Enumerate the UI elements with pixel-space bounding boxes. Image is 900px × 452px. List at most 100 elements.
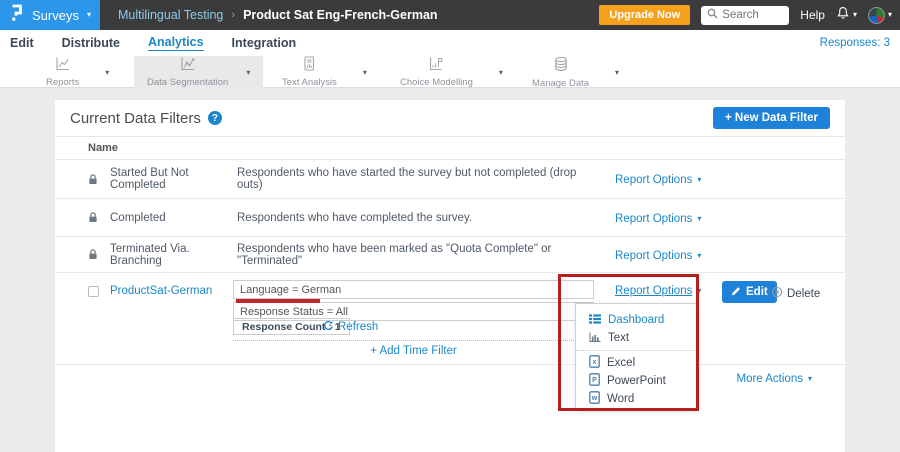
document-chart-icon: [301, 56, 317, 76]
chevron-down-icon: ▾: [888, 11, 892, 19]
refresh-icon: [323, 320, 334, 334]
toolbar-item-text-analysis[interactable]: Text Analysis ▾: [282, 56, 367, 88]
toolbar-item-data-segmentation[interactable]: Data Segmentation ▾: [134, 56, 263, 88]
chevron-down-icon[interactable]: ▾: [246, 68, 250, 77]
responses-count[interactable]: Responses: 3: [820, 37, 890, 49]
dotted-divider: [233, 340, 594, 341]
table-row-active-filter: ProductSat-German Response Count : 1 Ref…: [55, 273, 845, 365]
top-bar: Surveys ▾ Multilingual Testing › Product…: [0, 0, 900, 30]
chevron-down-icon: ▾: [87, 11, 91, 19]
edit-button[interactable]: Edit: [722, 281, 777, 303]
report-options-dropdown: Dashboard Text x Excel P: [575, 303, 697, 410]
lock-icon: [88, 212, 110, 223]
more-actions-link[interactable]: More Actions ▾: [737, 373, 813, 385]
card-footer: More Actions ▾: [55, 365, 845, 409]
circle-x-icon: [771, 286, 783, 301]
chevron-down-icon: ▾: [697, 287, 701, 295]
report-options-link[interactable]: Report Options ▾: [615, 285, 701, 297]
menu-item-excel[interactable]: x Excel: [576, 354, 696, 372]
chevron-down-icon: ▾: [853, 11, 857, 19]
flag-chart-icon: [428, 56, 444, 76]
toolbar-item-label: Text Analysis: [282, 77, 337, 88]
filter-name: Terminated Via. Branching: [110, 243, 237, 267]
menu-item-powerpoint[interactable]: P PowerPoint: [576, 372, 696, 390]
breadcrumb-separator: ›: [231, 9, 235, 21]
chevron-down-icon: ▾: [808, 375, 812, 383]
chevron-down-icon[interactable]: ▾: [363, 68, 367, 77]
analytics-toolbar: Reports ▾ Data Segmentation ▾ Text Analy…: [0, 56, 900, 88]
refresh-link[interactable]: Refresh: [323, 320, 378, 334]
filter-checkbox[interactable]: [88, 286, 99, 297]
chevron-down-icon[interactable]: ▾: [105, 68, 109, 77]
avatar: [868, 7, 885, 24]
table-row: Terminated Via. Branching Respondents wh…: [55, 237, 845, 273]
menu-item-text[interactable]: Text: [576, 329, 696, 347]
excel-file-icon: x: [589, 355, 600, 371]
chevron-down-icon[interactable]: ▾: [615, 68, 619, 77]
pencil-icon: [731, 286, 741, 299]
filter-name: Started But Not Completed: [110, 167, 237, 191]
bell-icon: [836, 6, 850, 25]
menu-item-dashboard[interactable]: Dashboard: [576, 311, 696, 329]
toolbar-item-label: Manage Data: [532, 78, 589, 89]
page-title: Current Data Filters: [70, 110, 201, 127]
surveys-menu-label: Surveys: [32, 8, 79, 23]
tab-integration[interactable]: Integration: [232, 36, 297, 50]
search-box[interactable]: [701, 6, 789, 25]
toolbar-item-label: Reports: [46, 77, 79, 88]
table-row: Completed Respondents who have completed…: [55, 199, 845, 237]
breadcrumb: Multilingual Testing › Product Sat Eng-F…: [118, 8, 438, 22]
surveys-menu[interactable]: Surveys ▾: [0, 0, 100, 30]
search-icon: [707, 6, 718, 24]
svg-text:x: x: [593, 359, 597, 366]
account-menu[interactable]: ▾: [868, 7, 892, 24]
data-filters-card: Current Data Filters ? + New Data Filter…: [55, 100, 845, 452]
filter-description: Respondents who have been marked as "Quo…: [237, 243, 615, 267]
menu-item-word[interactable]: w Word: [576, 390, 696, 408]
annotation-underline: [236, 299, 320, 303]
new-data-filter-button[interactable]: + New Data Filter: [713, 107, 830, 129]
card-header: Current Data Filters ? + New Data Filter: [55, 100, 845, 137]
lock-icon: [88, 249, 110, 260]
search-input[interactable]: [722, 9, 784, 21]
chevron-down-icon: ▾: [697, 176, 701, 184]
tab-distribute[interactable]: Distribute: [62, 36, 120, 50]
topbar-actions: Upgrade Now Help ▾ ▾: [599, 5, 900, 25]
filter-description: Respondents who have started the survey …: [237, 167, 615, 191]
report-options-link[interactable]: Report Options▾: [615, 174, 701, 186]
bar-chart-icon: [589, 332, 601, 345]
toolbar-item-manage-data[interactable]: Manage Data ▾: [532, 56, 619, 88]
report-options-link[interactable]: Report Options▾: [615, 213, 701, 225]
breadcrumb-survey-title: Product Sat Eng-French-German: [243, 8, 437, 22]
help-link[interactable]: Help: [800, 8, 825, 22]
delete-link[interactable]: Delete: [771, 286, 820, 301]
powerpoint-file-icon: P: [589, 373, 600, 389]
toolbar-item-label: Data Segmentation: [147, 77, 228, 88]
scatter-chart-icon: [180, 56, 196, 76]
dashboard-grid-icon: [589, 314, 601, 327]
report-options-link[interactable]: Report Options▾: [615, 250, 701, 262]
chevron-down-icon: ▾: [697, 252, 701, 260]
tab-edit[interactable]: Edit: [10, 36, 34, 50]
svg-text:P: P: [592, 377, 597, 384]
toolbar-item-choice-modelling[interactable]: Choice Modelling ▾: [400, 56, 503, 88]
filter-name-link[interactable]: ProductSat-German: [110, 285, 212, 297]
add-time-filter-link[interactable]: + Add Time Filter: [233, 345, 594, 357]
toolbar-item-reports[interactable]: Reports ▾: [46, 56, 109, 88]
filter-description: Respondents who have completed the surve…: [237, 212, 615, 224]
tab-analytics[interactable]: Analytics: [148, 35, 204, 51]
app-screen: Surveys ▾ Multilingual Testing › Product…: [0, 0, 900, 452]
filter-name: Completed: [110, 212, 237, 224]
survey-nav: Edit Distribute Analytics Integration Re…: [0, 30, 900, 56]
toolbar-item-label: Choice Modelling: [400, 77, 473, 88]
table-header: Name: [55, 137, 845, 160]
questionpro-logo-icon: [9, 3, 24, 27]
help-badge-icon[interactable]: ?: [208, 111, 222, 125]
menu-divider: [576, 350, 696, 351]
upgrade-now-button[interactable]: Upgrade Now: [599, 5, 690, 25]
breadcrumb-folder[interactable]: Multilingual Testing: [118, 8, 223, 22]
notifications-button[interactable]: ▾: [836, 6, 857, 25]
chevron-down-icon[interactable]: ▾: [499, 68, 503, 77]
table-row: Started But Not Completed Respondents wh…: [55, 160, 845, 199]
criteria-language-input[interactable]: [233, 280, 594, 299]
